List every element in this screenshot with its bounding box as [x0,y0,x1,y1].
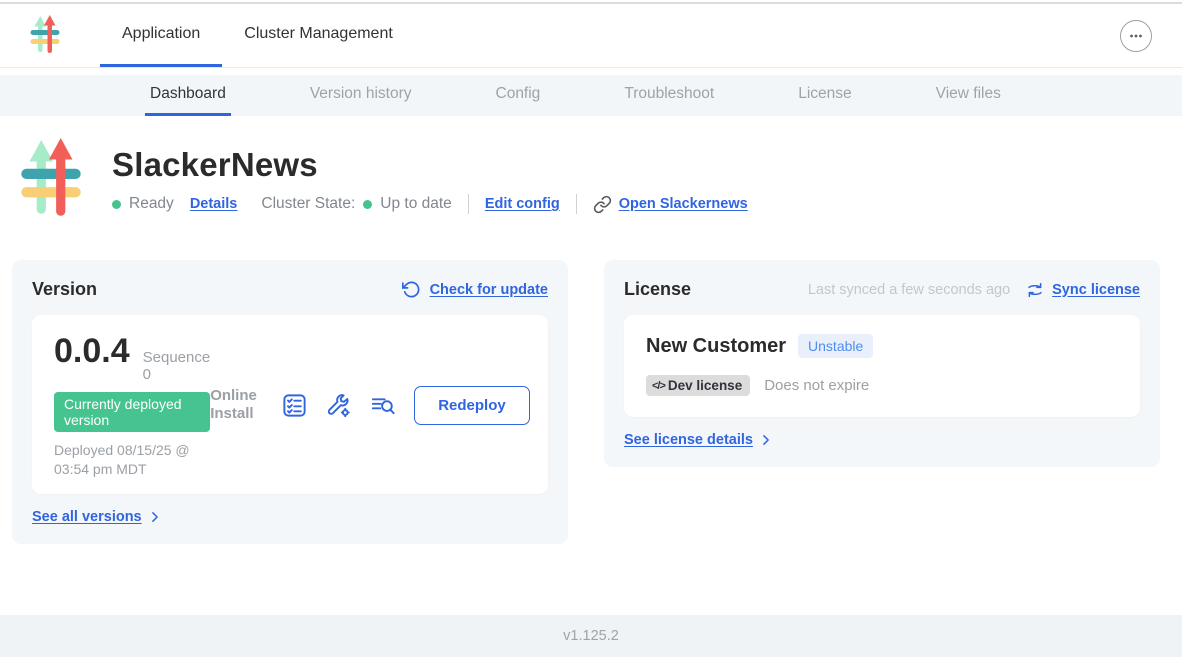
ellipsis-icon [1128,28,1144,44]
status-details-link[interactable]: Details [190,196,238,212]
sync-arrows-icon [1026,281,1044,299]
app-status-label: Ready [129,195,174,213]
cluster-state-label: Cluster State: [261,195,355,213]
link-icon [593,195,612,214]
tab-label: Troubleshoot [624,85,714,103]
refresh-icon [402,280,421,299]
view-diff-button[interactable] [369,392,397,419]
license-type-badge: </> Dev license [646,375,750,396]
preflight-checks-button[interactable] [281,392,308,419]
version-number: 0.0.4 [54,332,130,371]
topnav-tab-cluster-management[interactable]: Cluster Management [222,4,415,67]
topnav-tabs: Application Cluster Management [100,4,415,67]
open-app-link[interactable]: Open Slackernews [593,195,748,214]
tab-label: Version history [310,85,412,103]
page-title: SlackerNews [112,146,748,184]
tab-label: License [798,85,851,103]
tab-troubleshoot[interactable]: Troubleshoot [619,75,719,116]
topnav-tab-label: Cluster Management [244,25,393,43]
license-detail-panel: New Customer Unstable </> Dev license Do… [624,315,1140,417]
wrench-gear-icon [325,392,352,419]
app-subnav: Dashboard Version history Config Trouble… [0,75,1182,116]
footer-bar: v1.125.2 [0,615,1182,657]
slackernews-logo-icon [30,15,60,57]
cluster-state-dot [363,200,372,209]
tab-view-files[interactable]: View files [931,75,1006,116]
dashboard-cards: Version Check for update 0.0.4 Sequence … [12,260,1170,544]
cluster-state-value: Up to date [380,195,452,213]
app-logo-large [20,138,82,224]
redeploy-button[interactable]: Redeploy [414,386,530,425]
slackernews-logo-icon [20,138,82,224]
edit-config-icon-button[interactable] [325,392,352,419]
see-license-details-label: See license details [624,432,753,448]
overflow-menu-button[interactable] [1120,20,1152,52]
version-card-title: Version [32,279,97,300]
see-all-versions-label: See all versions [32,509,142,525]
topnav-tab-label: Application [122,25,200,43]
last-synced-text: Last synced a few seconds ago [808,282,1010,298]
tab-dashboard[interactable]: Dashboard [145,75,231,116]
check-for-update-label: Check for update [430,282,548,298]
app-status-dot [112,200,121,209]
channel-badge: Unstable [798,334,873,358]
install-type-label: Online Install [210,387,264,425]
divider [468,194,469,214]
edit-config-link[interactable]: Edit config [485,196,560,212]
code-icon: </> [652,380,665,392]
tab-config[interactable]: Config [491,75,546,116]
tab-label: View files [936,85,1001,103]
topnav-tab-application[interactable]: Application [100,4,222,67]
app-status-row: Ready Details Cluster State: Up to date … [112,194,748,214]
check-for-update-link[interactable]: Check for update [402,280,548,299]
license-card-title: License [624,279,691,300]
open-app-link-label: Open Slackernews [619,196,748,212]
console-version: v1.125.2 [563,628,619,644]
tab-label: Config [496,85,541,103]
sync-license-link[interactable]: Sync license [1026,281,1140,299]
see-license-details-link[interactable]: See license details [624,432,1140,448]
deployed-status-badge: Currently deployed version [54,392,210,432]
license-type-label: Dev license [668,378,742,393]
sync-license-label: Sync license [1052,282,1140,298]
customer-name: New Customer [646,335,786,358]
app-logo-small [30,4,60,67]
tab-label: Dashboard [150,85,226,103]
version-card: Version Check for update 0.0.4 Sequence … [12,260,568,544]
top-navbar: Application Cluster Management [0,4,1182,68]
see-all-versions-link[interactable]: See all versions [32,509,548,525]
divider [576,194,577,214]
current-version-panel: 0.0.4 Sequence 0 Currently deployed vers… [32,315,548,494]
chevron-right-icon [148,510,162,524]
app-header: SlackerNews Ready Details Cluster State:… [20,138,1182,224]
tab-license[interactable]: License [793,75,856,116]
file-search-icon [369,392,397,419]
tab-version-history[interactable]: Version history [305,75,417,116]
chevron-right-icon [759,433,773,447]
license-expiry: Does not expire [764,377,869,394]
license-card: License Last synced a few seconds ago Sy… [604,260,1160,467]
deployed-timestamp: Deployed 08/15/25 @ 03:54 pm MDT [54,441,210,479]
version-sequence: Sequence 0 [143,349,211,383]
checklist-icon [281,392,308,419]
